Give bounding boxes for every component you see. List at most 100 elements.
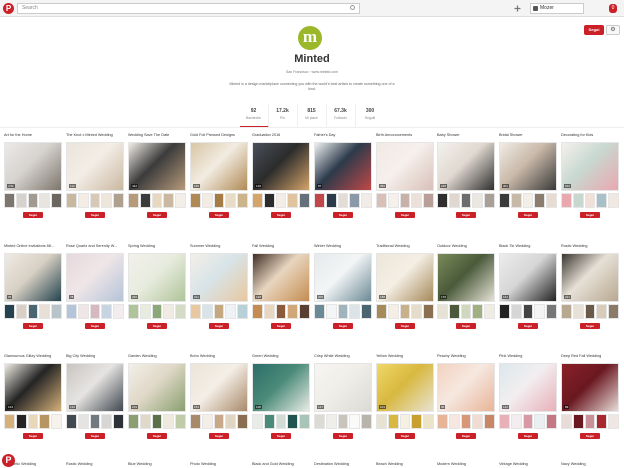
board-thumbnail[interactable] [51,414,62,429]
follow-board-button[interactable]: Segui [456,323,476,329]
board-title[interactable]: Bridal Shower [499,133,557,137]
board-thumbnail[interactable] [561,414,572,429]
board-thumbnail[interactable] [423,304,434,319]
board-cover-image[interactable]: 219 [128,363,186,412]
board-title[interactable]: Vintage Wedding [499,462,557,466]
board-cover-image[interactable]: 412 [128,142,186,191]
board-thumbnail[interactable] [448,304,460,319]
board-cover-image[interactable]: 143 [4,363,62,412]
board-thumbnail[interactable] [387,414,399,429]
board-thumbnail[interactable] [151,304,163,319]
board-thumbnail[interactable] [275,193,287,208]
board-card[interactable]: Boho Wedding 154 Segui [190,354,248,457]
board-title[interactable]: Spring Wedding [128,244,186,248]
board-thumbnail[interactable] [399,304,411,319]
follow-board-button[interactable]: Segui [85,433,105,439]
board-card[interactable]: Peachy Wedding 96 Segui [437,354,495,457]
board-cover-image[interactable]: 301 [499,142,557,191]
board-title[interactable]: Minted Online Invitations 88... [4,244,62,248]
follow-board-button[interactable]: Segui [209,212,229,218]
board-thumbnail[interactable] [128,304,139,319]
board-thumbnail[interactable] [460,414,472,429]
board-thumbnail[interactable] [546,304,557,319]
board-thumbnail[interactable] [113,414,124,429]
board-thumbnail[interactable] [399,414,411,429]
board-cover-image[interactable]: 221 [561,253,619,302]
stat-followers[interactable]: 67.3k Follower [327,104,356,128]
board-thumbnail[interactable] [546,414,557,429]
board-card[interactable]: Crisp White Wedding 127 Segui [314,354,372,457]
board-thumbnail[interactable] [608,304,619,319]
board-thumbnail[interactable] [325,193,337,208]
pinterest-corner-logo[interactable]: P [2,454,15,467]
board-card[interactable]: Outdoor Wedding 176 Segui [437,244,495,347]
board-card[interactable]: Bridal Shower 301 Segui [499,133,557,236]
follow-board-button[interactable]: Segui [23,212,43,218]
board-thumbnail[interactable] [608,193,619,208]
board-thumbnail[interactable] [472,304,484,319]
follow-board-button[interactable]: Segui [23,433,43,439]
board-thumbnail[interactable] [572,304,584,319]
board-thumbnail[interactable] [128,193,139,208]
board-thumbnail[interactable] [337,193,349,208]
board-cover-image[interactable]: 87 [314,142,372,191]
follow-board-button[interactable]: Segui [147,433,167,439]
board-title[interactable]: Peachy Wedding [437,354,495,358]
notifications-badge[interactable]: 0 [609,4,617,13]
board-thumbnail[interactable] [472,414,484,429]
stat-pins[interactable]: 17.2k Pin [269,104,298,128]
board-thumbnail[interactable] [314,193,325,208]
board-thumbnail[interactable] [484,414,495,429]
board-thumbnail[interactable] [314,414,325,429]
follow-board-button[interactable]: Segui [85,212,105,218]
board-thumbnail[interactable] [275,414,287,429]
board-thumbnail[interactable] [275,304,287,319]
board-thumbnail[interactable] [314,304,325,319]
board-thumbnail[interactable] [139,304,151,319]
board-card[interactable]: Green Wedding 118 Segui [252,354,310,457]
board-thumbnail[interactable] [4,304,15,319]
board-title[interactable]: Blue Wedding [128,462,186,466]
board-thumbnail[interactable] [534,304,546,319]
board-card[interactable]: Deep Red Fall Wedding 89 Segui [561,354,619,457]
board-thumbnail[interactable] [325,414,337,429]
board-thumbnail[interactable] [534,193,546,208]
board-thumbnail[interactable] [561,193,572,208]
board-thumbnail[interactable] [128,414,139,429]
board-card[interactable]: Wedding Save The Date 412 Segui [128,133,186,236]
board-thumbnail[interactable] [263,193,275,208]
board-title[interactable]: Modern Wedding [437,462,495,466]
board-thumbnail[interactable] [101,414,113,429]
board-card[interactable]: Traditional Wedding 188 Segui [376,244,434,347]
board-thumbnail[interactable] [437,193,448,208]
board-title[interactable]: Rustic Wedding [561,244,619,248]
board-thumbnail[interactable] [499,414,510,429]
stat-following[interactable]: 300 Seguiti [356,104,385,128]
board-thumbnail[interactable] [139,414,151,429]
board-cover-image[interactable]: 142 [499,363,557,412]
board-card[interactable]: Big City Wedding 132 Segui [66,354,124,457]
follow-board-button[interactable]: Segui [209,433,229,439]
board-title[interactable]: Black and Gold Wedding [252,462,310,466]
follow-board-button[interactable]: Segui [580,212,600,218]
board-cover-image[interactable]: 154 [190,363,248,412]
board-thumbnail[interactable] [163,304,175,319]
board-thumbnail[interactable] [252,193,263,208]
board-thumbnail[interactable] [522,304,534,319]
board-cover-image[interactable]: 238 [437,142,495,191]
follow-board-button[interactable]: Segui [395,212,415,218]
board-title[interactable]: Crisp White Wedding [314,354,372,358]
board-card[interactable]: Gold Foil Pressed Designs 150 Segui [190,133,248,236]
board-thumbnail[interactable] [163,193,175,208]
board-title[interactable]: Art for the Home [4,133,62,137]
follow-board-button[interactable]: Segui [271,433,291,439]
board-thumbnail[interactable] [89,414,101,429]
board-thumbnail[interactable] [263,304,275,319]
board-thumbnail[interactable] [608,414,619,429]
board-thumbnail[interactable] [361,193,372,208]
board-thumbnail[interactable] [225,193,237,208]
board-card[interactable]: Decorating for Kids 640 Segui [561,133,619,236]
board-title[interactable]: Summer Wedding [190,244,248,248]
follow-board-button[interactable]: Segui [395,323,415,329]
board-thumbnail[interactable] [448,414,460,429]
